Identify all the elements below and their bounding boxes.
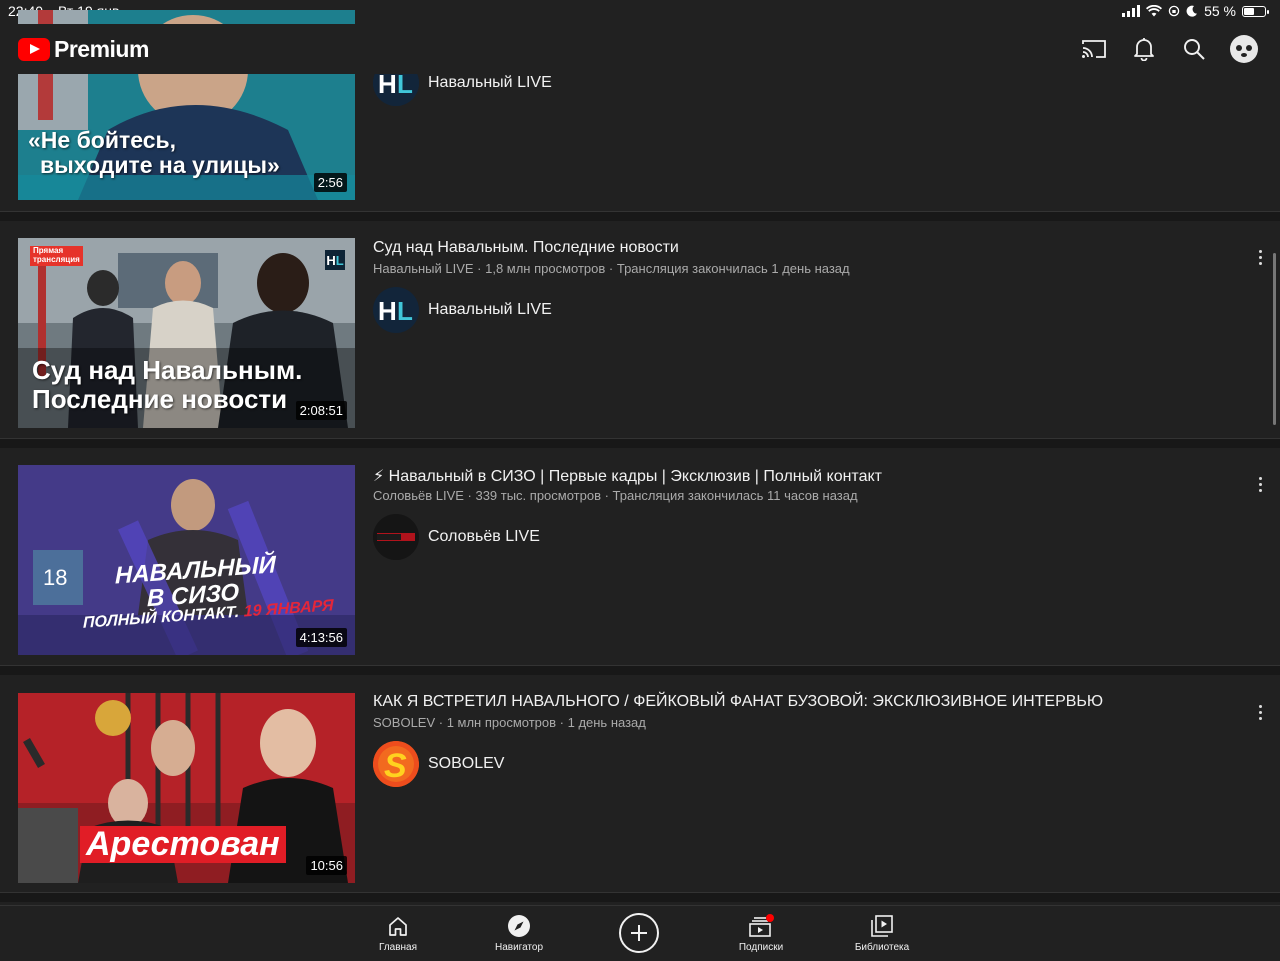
video-thumbnail[interactable]: 18 НАВАЛЬНЫЙ В СИЗО ПОЛНЫЙ КОНТАКТ. 19 Я… [18,465,355,655]
compass-icon [508,915,530,937]
video-duration: 2:56 [313,173,347,192]
header-actions [1078,33,1260,65]
video-title[interactable]: КАК Я ВСТРЕТИЛ НАВАЛЬНОГО / ФЕЙКОВЫЙ ФАН… [373,693,1103,711]
soloviev-live-logo-icon [373,514,419,560]
scrollbar[interactable] [1273,253,1276,425]
search-button[interactable] [1178,33,1210,65]
video-thumbnail[interactable]: Прямая трансляция HL Суд над Навальным. … [18,238,355,428]
video-thumbnail[interactable]: Арестован 10:56 [18,693,355,883]
channel-name[interactable]: Навальный LIVE [428,301,552,319]
sobolev-logo-icon: S [373,741,419,787]
divider [0,438,1280,448]
create-button[interactable] [619,913,659,953]
divider [0,211,1280,221]
nav-label: Главная [378,942,418,953]
youtube-premium-logo[interactable]: Premium [18,36,149,63]
home-icon [389,917,407,936]
app-header: Premium [0,24,1280,74]
avatar [1230,35,1258,63]
svg-text:L: L [397,296,413,326]
channel-row[interactable]: S SOBOLEV [373,741,504,787]
thumbnail-caption: Арестован [80,825,286,864]
notifications-button[interactable] [1128,33,1160,65]
more-options-icon[interactable] [1250,472,1270,496]
video-meta: Навальный LIVE · 1,8 млн просмотров · Тр… [373,261,850,276]
divider [0,665,1280,675]
youtube-logo-icon [18,38,50,61]
channel-name[interactable]: Навальный LIVE [428,74,552,92]
video-title[interactable]: Суд над Навальным. Последние новости [373,239,679,257]
channel-name[interactable]: SOBOLEV [428,755,504,773]
bell-icon [1134,38,1154,61]
logo-text: Premium [54,36,149,62]
video-feed[interactable]: «Не бойтесь, выходите на улицы» 2:56 H L… [0,0,1280,960]
channel-row[interactable]: H L Навальный LIVE [373,287,552,333]
bottom-navigation: Главная Навигатор Подписки Библиотека [0,905,1280,961]
search-icon [1184,39,1205,60]
video-meta: SOBOLEV · 1 млн просмотров · 1 день наза… [373,715,646,730]
svg-text:H: H [378,296,397,326]
library-icon [871,915,893,937]
thumbnail-caption: «Не бойтесь, выходите на улицы» [28,127,280,179]
nav-home[interactable]: Главная [348,906,448,961]
video-duration: 10:56 [306,856,347,875]
channel-avatar[interactable] [373,514,419,560]
svg-text:18: 18 [43,565,67,590]
divider [0,892,1280,902]
video-title[interactable]: ⚡ Навальный в СИЗО | Первые кадры | Экск… [373,466,882,486]
nav-subscriptions[interactable]: Подписки [711,906,811,961]
more-options-icon[interactable] [1250,245,1270,269]
nav-explore[interactable]: Навигатор [469,906,569,961]
svg-text:S: S [384,747,407,785]
channel-watermark-icon: HL [325,250,345,270]
channel-avatar[interactable]: S [373,741,419,787]
more-options-icon[interactable] [1250,700,1270,724]
account-button[interactable] [1228,33,1260,65]
navalny-live-logo-icon: H L [373,287,419,333]
nav-label: Библиотека [854,942,910,953]
nav-library[interactable]: Библиотека [832,906,932,961]
channel-row[interactable]: Соловьёв LIVE [373,514,540,560]
video-duration: 4:13:56 [295,628,347,647]
nav-label: Навигатор [494,942,544,953]
subscriptions-icon [749,914,774,937]
channel-avatar[interactable]: H L [373,287,419,333]
channel-name[interactable]: Соловьёв LIVE [428,528,540,546]
create-icon [631,925,647,941]
cast-icon [1082,40,1106,58]
thumbnail-caption: Суд над Навальным. Последние новости [32,355,303,414]
nav-label: Подписки [738,942,784,953]
video-meta: Соловьёв LIVE · 339 тыс. просмотров · Тр… [373,488,858,503]
cast-button[interactable] [1078,33,1110,65]
live-badge: Прямая трансляция [30,246,83,266]
video-duration: 2:08:51 [295,401,347,420]
